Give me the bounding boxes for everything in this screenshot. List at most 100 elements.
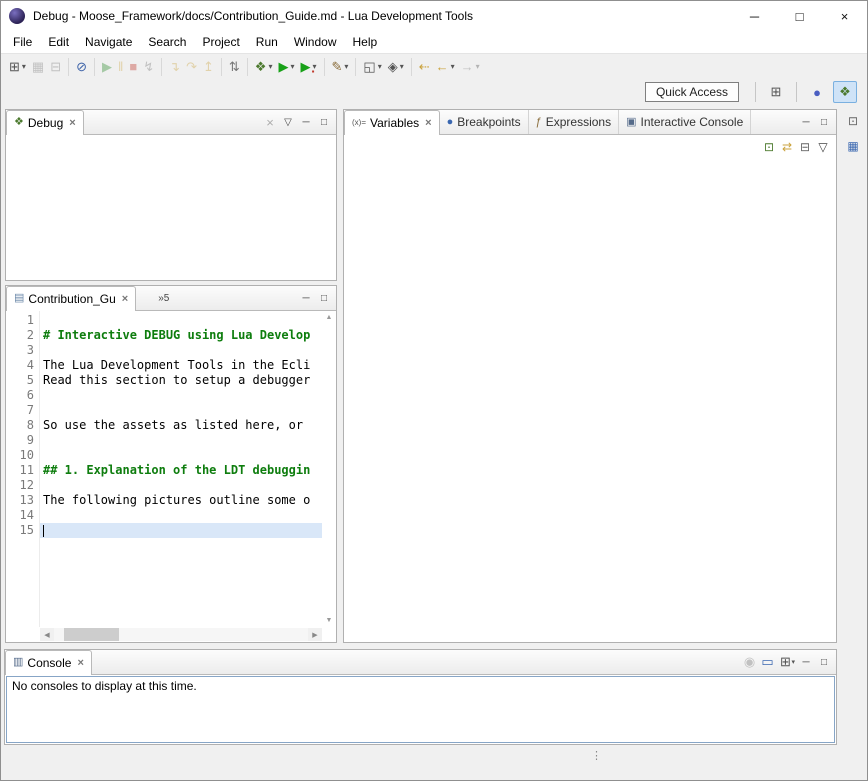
open-perspective-button[interactable]: ⊞ [764, 81, 788, 103]
menu-project[interactable]: Project [194, 32, 247, 52]
editor-line[interactable]: ## 1. Explanation of the LDT debuggin [40, 463, 322, 478]
dropdown-arrow-icon[interactable]: ▾ [378, 62, 382, 71]
minimize-view-button[interactable]: ─ [797, 653, 815, 671]
debug-button[interactable]: ❖ ▾ [253, 56, 275, 78]
close-tab-icon[interactable]: × [77, 657, 83, 669]
display-selected-console-button[interactable]: ▭ [758, 653, 776, 671]
last-edit-location-button[interactable]: ⇠ [417, 56, 432, 78]
editor-current-line[interactable] [40, 523, 322, 538]
editor-line[interactable] [40, 388, 322, 403]
close-tab-icon[interactable]: × [425, 117, 431, 129]
minimize-view-button[interactable]: ─ [297, 289, 315, 307]
tab-variables[interactable]: (x)= Variables × [344, 110, 440, 134]
menu-window[interactable]: Window [286, 32, 345, 52]
use-step-filters-button[interactable]: ⇅ [227, 56, 242, 78]
scrollbar-track[interactable] [54, 628, 308, 641]
dropdown-arrow-icon[interactable]: ▾ [476, 62, 480, 71]
editor-horizontal-scrollbar[interactable]: ◀ ▶ [6, 627, 336, 642]
step-over-button[interactable]: ↷ [184, 56, 199, 78]
editor-line[interactable] [40, 313, 322, 328]
menu-navigate[interactable]: Navigate [77, 32, 140, 52]
dropdown-arrow-icon[interactable]: ▾ [344, 62, 348, 71]
window-minimize-button[interactable]: ─ [732, 1, 777, 31]
maximize-view-button[interactable]: □ [315, 289, 333, 307]
sash-drag-handle[interactable]: ⋮ [591, 751, 602, 762]
menu-search[interactable]: Search [140, 32, 194, 52]
new-project-button[interactable]: ◱ ▾ [361, 56, 383, 78]
step-return-button[interactable]: ↥ [201, 56, 216, 78]
debug-perspective-button[interactable]: ❖ [833, 81, 857, 103]
maximize-view-button[interactable]: □ [815, 653, 833, 671]
print-button[interactable]: ⊟ [48, 56, 63, 78]
quick-access-field[interactable]: Quick Access [645, 82, 739, 102]
pin-console-button[interactable]: ◉ [740, 653, 758, 671]
suspend-button[interactable]: ‖ [116, 56, 125, 78]
tab-expressions[interactable]: ƒ Expressions [529, 110, 620, 134]
debug-view-content[interactable] [6, 135, 336, 280]
editor-line[interactable] [40, 508, 322, 523]
window-maximize-button[interactable]: □ [777, 1, 822, 31]
tab-debug[interactable]: ❖ Debug × [6, 110, 84, 134]
dropdown-arrow-icon[interactable]: ▾ [22, 62, 26, 71]
view-menu-button[interactable]: ▽ [279, 113, 297, 131]
collapse-all-button[interactable]: ⊟ [796, 138, 814, 156]
new-button[interactable]: ⊞ ▾ [7, 56, 28, 78]
show-logical-structures-button[interactable]: ⊡ [760, 138, 778, 156]
forward-button[interactable]: → ▾ [459, 56, 482, 78]
editor-line[interactable] [40, 343, 322, 358]
scroll-down-icon[interactable]: ▼ [326, 617, 333, 624]
menu-run[interactable]: Run [248, 32, 286, 52]
close-tab-icon[interactable]: × [122, 293, 128, 305]
minimize-view-button[interactable]: ─ [297, 113, 315, 131]
run-button[interactable]: ▶ ▾ [276, 56, 296, 78]
editor-line[interactable] [40, 433, 322, 448]
skip-all-breakpoints-button[interactable]: ⊘ [74, 56, 89, 78]
open-element-button[interactable]: ◈ ▾ [386, 56, 406, 78]
scroll-up-icon[interactable]: ▲ [326, 314, 333, 321]
minimized-view-button[interactable]: ▦ [843, 136, 863, 156]
open-task-button[interactable]: ✎ ▾ [330, 56, 351, 78]
dropdown-arrow-icon[interactable]: ▾ [451, 62, 455, 71]
editor-line[interactable] [40, 478, 322, 493]
terminate-button[interactable]: ■ [127, 56, 139, 78]
editor-line[interactable]: # Interactive DEBUG using Lua Develop [40, 328, 322, 343]
minimize-view-button[interactable]: ─ [797, 113, 815, 131]
editor-line[interactable]: The following pictures outline some o [40, 493, 322, 508]
step-into-button[interactable]: ↴ [167, 56, 182, 78]
menu-file[interactable]: File [5, 32, 40, 52]
scroll-left-icon[interactable]: ◀ [40, 628, 54, 641]
editor-line[interactable]: The Lua Development Tools in the Ecli [40, 358, 322, 373]
editor-line[interactable]: So use the assets as listed here, or [40, 418, 322, 433]
dropdown-arrow-icon[interactable]: ▾ [400, 62, 404, 71]
line-number-ruler[interactable]: 1 2 3 4 5 6 7 8 9 10 11 12 13 14 [14, 311, 40, 627]
menu-help[interactable]: Help [345, 32, 386, 52]
maximize-view-button[interactable]: □ [815, 113, 833, 131]
dropdown-arrow-icon[interactable]: ▾ [791, 658, 795, 666]
editor-vertical-scrollbar[interactable]: ▲ ▼ [322, 311, 336, 627]
maximize-view-button[interactable]: □ [315, 113, 333, 131]
editor-tab-overflow-chevron[interactable]: »5 [158, 293, 169, 304]
editor-text-area[interactable]: # Interactive DEBUG using Lua Develop Th… [40, 311, 322, 627]
dropdown-arrow-icon[interactable]: ▾ [268, 62, 272, 71]
editor-line[interactable]: Read this section to setup a debugger [40, 373, 322, 388]
save-button[interactable]: ▦ [30, 56, 46, 78]
window-close-button[interactable]: × [822, 1, 867, 31]
scroll-right-icon[interactable]: ▶ [308, 628, 322, 641]
tab-interactive-console[interactable]: ▣ Interactive Console [619, 110, 751, 134]
remove-all-terminated-button[interactable]: × [261, 113, 279, 131]
close-tab-icon[interactable]: × [69, 117, 75, 129]
lua-perspective-button[interactable]: ● [805, 81, 829, 103]
view-menu-button[interactable]: ▽ [814, 138, 832, 156]
variables-view-content[interactable] [344, 159, 836, 642]
tab-breakpoints[interactable]: ● Breakpoints [440, 110, 529, 134]
show-columns-button[interactable]: ⇄ [778, 138, 796, 156]
back-button[interactable]: ← ▾ [434, 56, 457, 78]
tab-contribution-guide[interactable]: ▤ Contribution_Gu × [6, 286, 136, 310]
scrollbar-thumb[interactable] [64, 628, 119, 641]
editor-line[interactable]: **Note:** The assets that are used in [40, 403, 322, 418]
editor-line[interactable] [40, 448, 322, 463]
dropdown-arrow-icon[interactable]: ▾ [290, 62, 294, 71]
menu-edit[interactable]: Edit [40, 32, 77, 52]
restore-minimized-view-button[interactable]: ⊡ [843, 111, 863, 131]
tab-console[interactable]: ▥ Console × [5, 650, 92, 674]
